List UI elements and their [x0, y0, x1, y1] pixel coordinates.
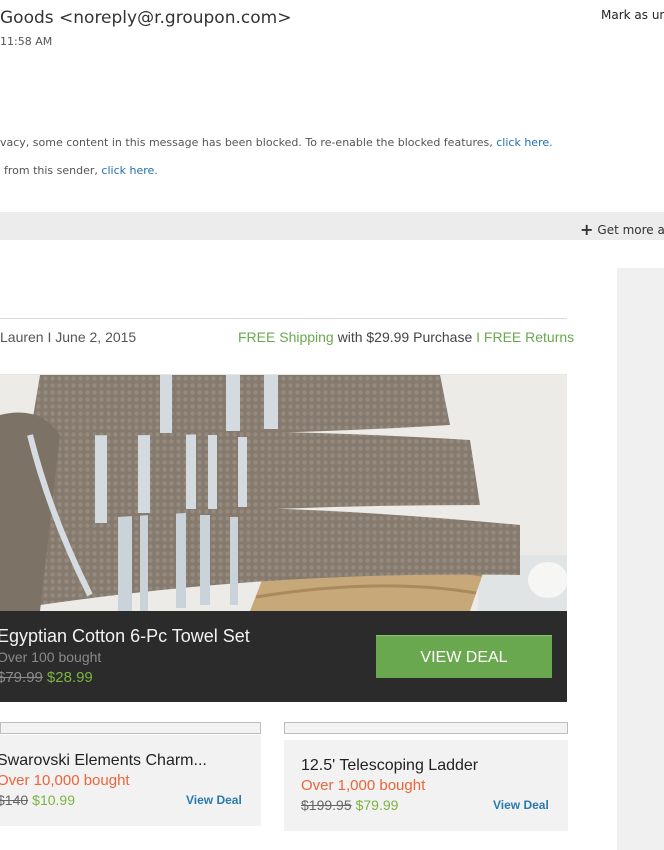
deal-card-old-price: $140 — [0, 792, 29, 808]
featured-deal-price: $79.99 $28.99 — [0, 669, 93, 686]
unblock-content-link[interactable]: click here. — [496, 136, 552, 149]
featured-new-price: $28.99 — [46, 669, 93, 686]
deal-card-old-price: $199.95 — [301, 797, 352, 813]
divider-top — [0, 318, 567, 319]
deal-card-image-placeholder[interactable] — [284, 722, 568, 734]
trust-sender-notice: from this sender, click here. — [4, 164, 158, 177]
featured-old-price: $79.99 — [0, 669, 43, 686]
deal-card-image-placeholder[interactable] — [0, 722, 261, 734]
mark-as-unread-button[interactable]: Mark as unr — [601, 8, 664, 22]
deal-card-price: $199.95 $79.99 — [301, 797, 398, 813]
blocked-content-notice: vacy, some content in this message has b… — [0, 136, 553, 149]
trust-sender-link[interactable]: click here. — [101, 164, 157, 177]
get-more-apps-label: Get more app — [597, 223, 664, 237]
deal-hero-image[interactable] — [0, 375, 567, 611]
shipping-separator: I — [476, 329, 481, 345]
featured-deal-bought: Over 100 bought — [0, 649, 102, 665]
blocked-content-text: vacy, some content in this message has b… — [0, 136, 493, 149]
shipping-banner: FREE Shipping with $29.99 Purchase I FRE… — [238, 329, 574, 345]
plus-icon: + — [580, 220, 594, 239]
trust-sender-text: from this sender, — [4, 164, 98, 177]
received-time: 11:58 AM — [0, 35, 53, 48]
deal-card-bought: Over 10,000 bought — [0, 772, 130, 789]
deal-card-view-link[interactable]: View Deal — [186, 793, 242, 807]
view-deal-button[interactable]: VIEW DEAL — [376, 635, 552, 678]
deal-card-bought: Over 1,000 bought — [301, 777, 426, 794]
email-byline: Lauren I June 2, 2015 — [0, 329, 137, 345]
purchase-threshold-text: with $29.99 Purchase — [337, 329, 473, 345]
deal-card-title[interactable]: 12.5' Telescoping Ladder — [301, 757, 478, 775]
apps-bar — [0, 212, 664, 240]
sender-address: Goods <noreply@r.groupon.com> — [0, 8, 292, 28]
deal-card-new-price: $10.99 — [32, 792, 75, 808]
reading-pane-side-panel — [617, 268, 664, 850]
free-returns-text: FREE Returns — [483, 329, 575, 345]
free-shipping-text: FREE Shipping — [238, 329, 334, 345]
get-more-apps-button[interactable]: +Get more app — [580, 219, 664, 239]
deal-card-title[interactable]: Swarovski Elements Charm... — [0, 752, 207, 770]
featured-deal-title[interactable]: Egyptian Cotton 6-Pc Towel Set — [0, 626, 250, 647]
deal-card-new-price: $79.99 — [355, 797, 399, 813]
deal-card-view-link[interactable]: View Deal — [493, 798, 549, 812]
deal-card-price: $140 $10.99 — [0, 792, 75, 808]
towel-set-illustration — [0, 375, 567, 611]
